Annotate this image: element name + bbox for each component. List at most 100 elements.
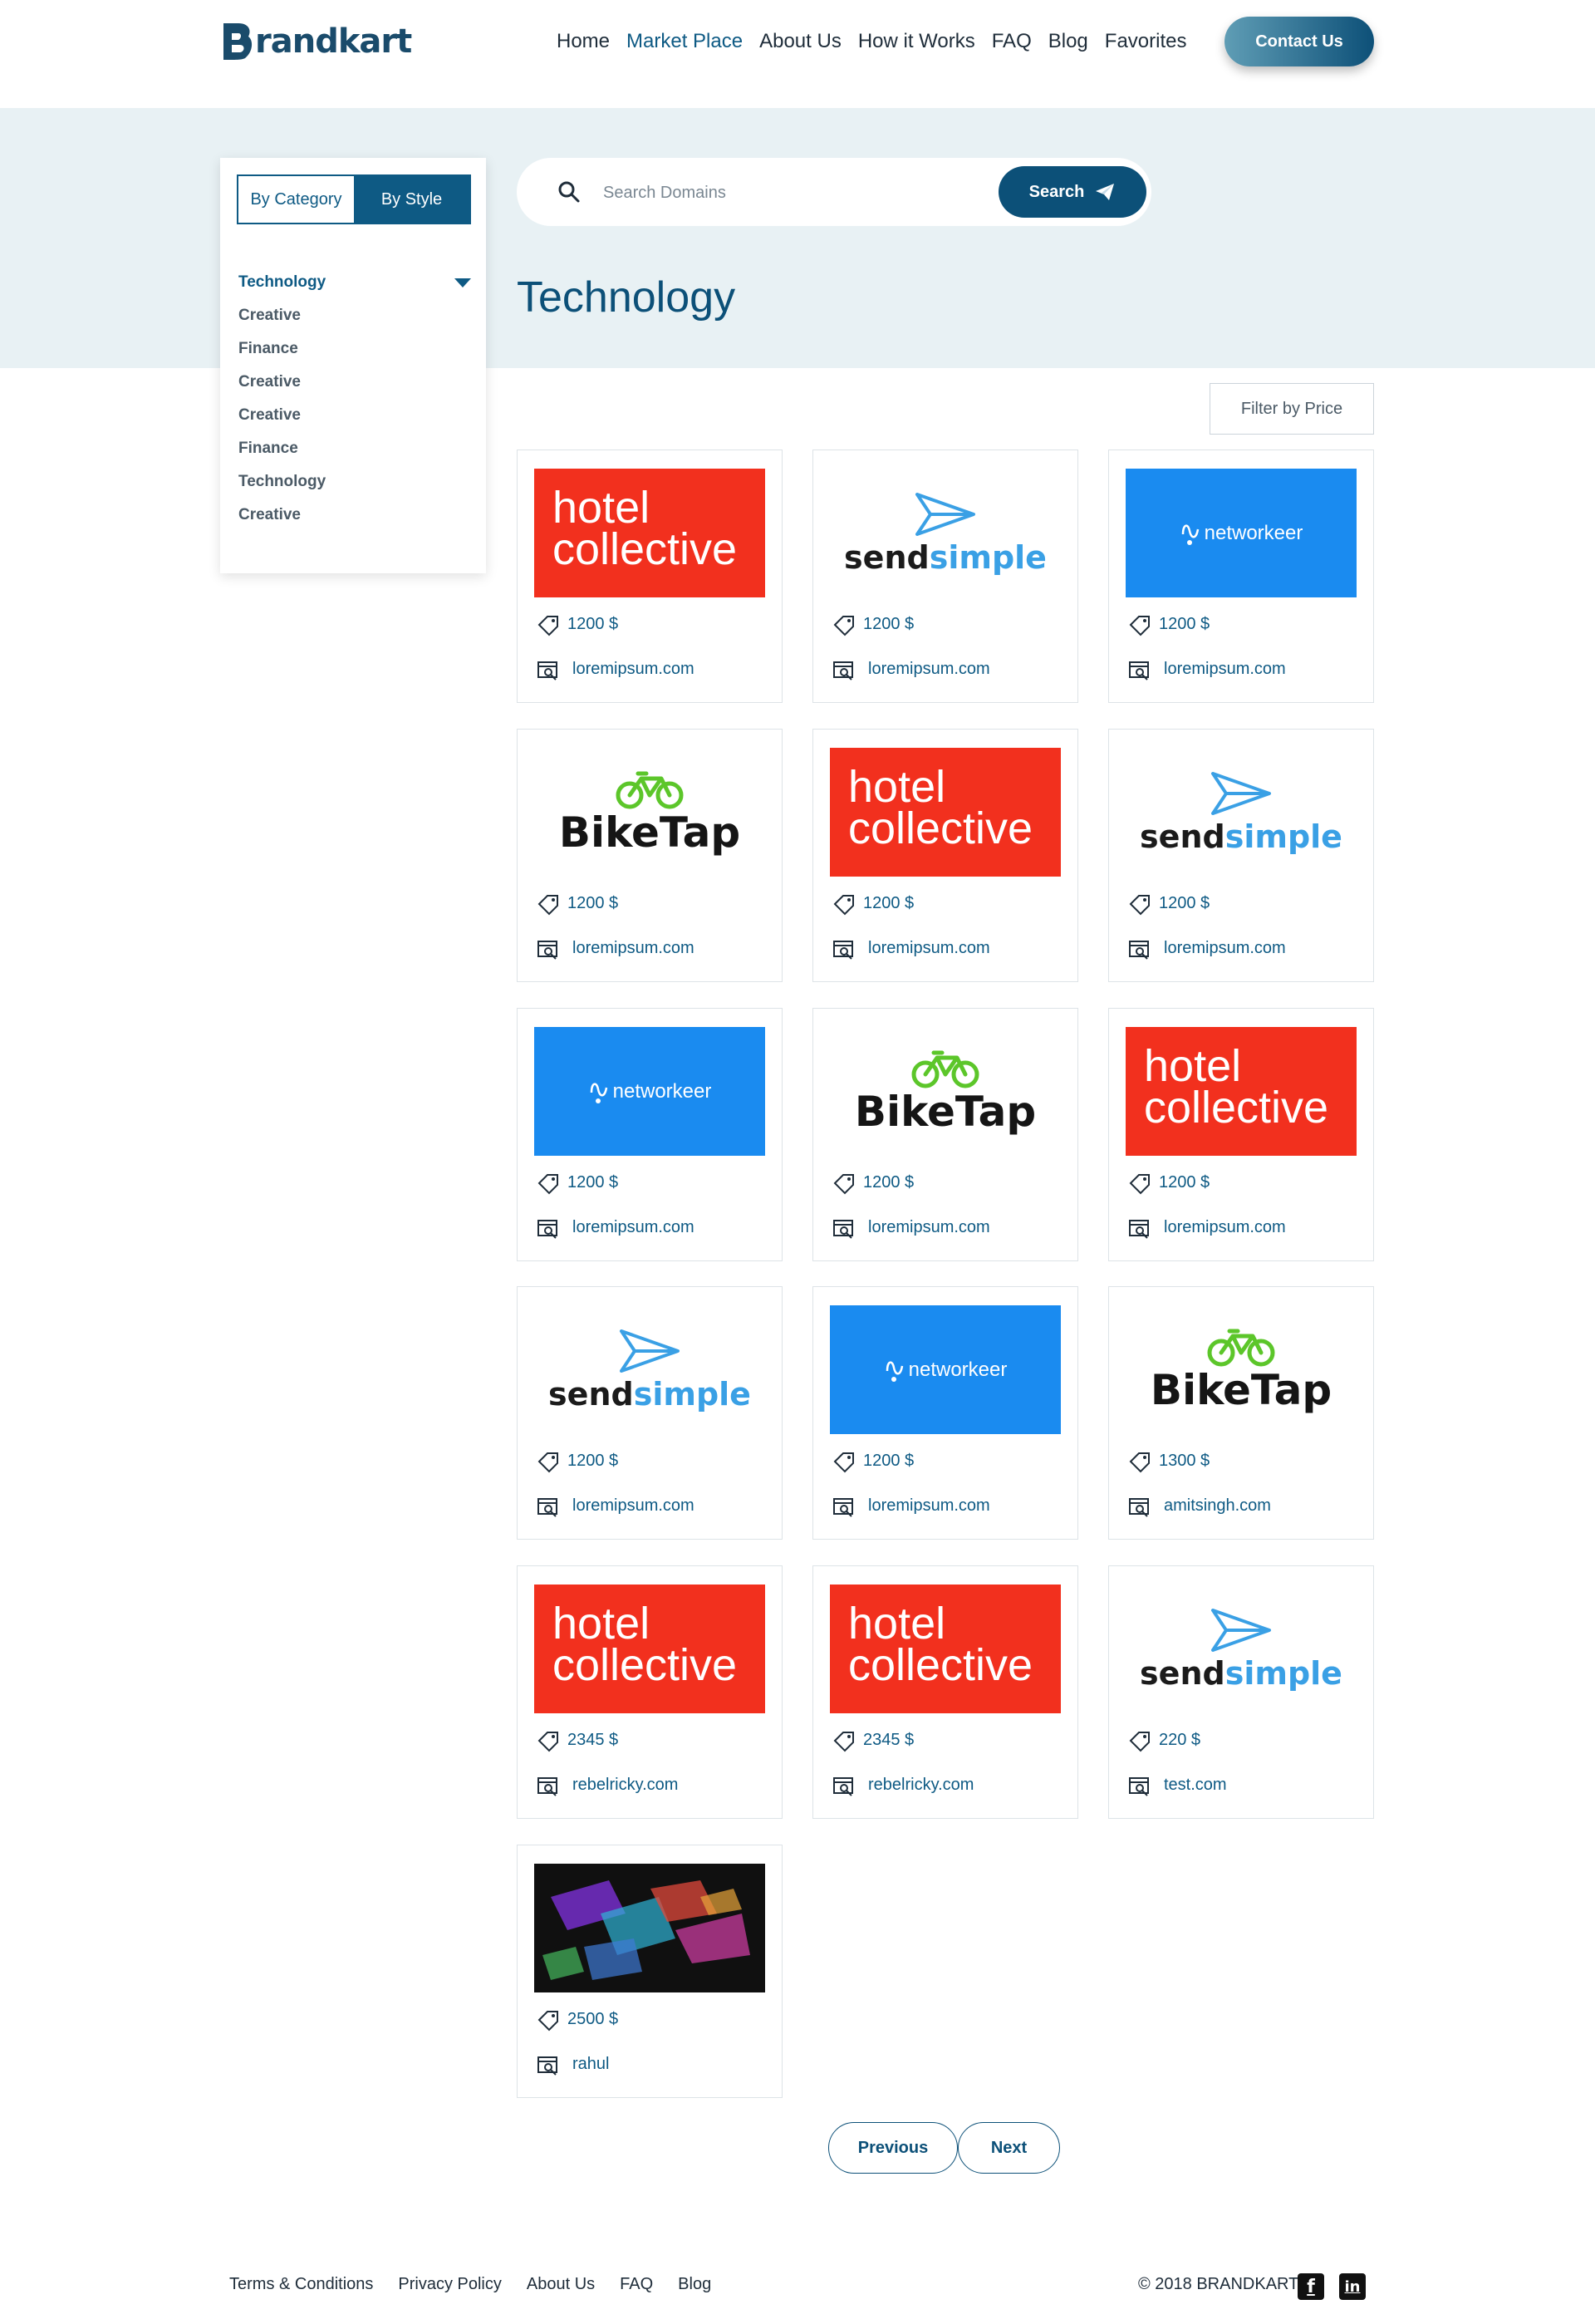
domain-logo-send[interactable]: sendsimple [830,469,1061,597]
web-search-icon [1129,1777,1149,1796]
domain-name[interactable]: rahul [572,2055,609,2074]
filter-by-price-button[interactable]: Filter by Price [1210,383,1374,435]
domain-logo-hotel[interactable]: hotel collective [534,1585,765,1713]
footer-blog-link[interactable]: Blog [678,2275,711,2294]
domain-price: 2345 $ [863,1731,915,1749]
domain-name[interactable]: amitsingh.com [1164,1496,1271,1516]
domain-logo-bike[interactable]: BikeTap [1126,1305,1357,1434]
domain-logo-hotel[interactable]: hotel collective [1126,1027,1357,1156]
domain-logo-bike[interactable]: BikeTap [534,748,765,877]
next-page-button[interactable]: Next [958,2122,1060,2174]
web-search-icon [537,2056,557,2076]
nav-blog[interactable]: Blog [1048,28,1088,55]
domain-card[interactable]: hotel collective 2345 $ rebelricky.com [812,1565,1078,1819]
domain-name[interactable]: loremipsum.com [868,939,990,958]
category-item-finance[interactable]: Finance [238,432,471,465]
bicycle-icon [1207,1329,1275,1366]
domain-logo-send[interactable]: sendsimple [1126,1585,1357,1713]
domain-logo-networkeer[interactable]: networkeer [830,1305,1061,1434]
abstract-image [534,1864,765,1992]
domain-card[interactable]: sendsimple 220 $ test.com [1108,1565,1374,1819]
domain-name[interactable]: loremipsum.com [1164,660,1286,679]
domain-logo-hotel[interactable]: hotel collective [830,748,1061,877]
domain-card[interactable]: hotel collective 1200 $ loremipsum.com [812,729,1078,982]
category-item-creative[interactable]: Creative [238,299,471,332]
linkedin-icon[interactable]: in [1339,2273,1366,2300]
logo-text: networkeer [1180,519,1303,548]
domain-search-bar: Search [517,158,1151,226]
domain-card[interactable]: 2500 $ rahul [517,1845,783,2098]
price-tag-icon [537,616,558,636]
domain-price: 1300 $ [1159,1452,1210,1470]
facebook-icon[interactable]: f [1298,2273,1324,2300]
tab-by-style[interactable]: By Style [354,176,469,223]
web-search-icon [833,941,853,960]
domain-logo-send[interactable]: sendsimple [534,1305,765,1434]
previous-page-button[interactable]: Previous [828,2122,958,2174]
category-item-technology[interactable]: Technology [238,266,471,299]
domain-logo-abstract[interactable] [534,1864,765,1992]
domain-card[interactable]: networkeer 1200 $ loremipsum.com [517,1008,783,1261]
domain-card[interactable]: networkeer 1200 $ loremipsum.com [812,1286,1078,1540]
domain-logo-hotel[interactable]: hotel collective [830,1585,1061,1713]
nav-faq[interactable]: FAQ [992,28,1032,55]
domain-card[interactable]: sendsimple 1200 $ loremipsum.com [517,1286,783,1540]
logo-text: hotel collective [848,1599,1033,1690]
domain-card[interactable]: sendsimple 1200 $ loremipsum.com [812,450,1078,703]
footer-faq-link[interactable]: FAQ [620,2275,653,2294]
domain-name[interactable]: loremipsum.com [572,939,694,958]
brand-logo[interactable]: randkart [220,18,412,65]
domain-name[interactable]: rebelricky.com [868,1776,974,1795]
nav-about-us[interactable]: About Us [759,28,842,55]
nav-home[interactable]: Home [557,28,610,55]
domain-card[interactable]: BikeTap 1200 $ loremipsum.com [517,729,783,982]
domain-logo-bike[interactable]: BikeTap [830,1027,1061,1156]
caret-down-icon[interactable] [454,278,471,287]
domain-card[interactable]: BikeTap 1300 $ amitsingh.com [1108,1286,1374,1540]
domain-name[interactable]: rebelricky.com [572,1776,678,1795]
logo-text: BikeTap [854,1087,1037,1136]
domain-name[interactable]: loremipsum.com [868,1496,990,1516]
domain-name[interactable]: loremipsum.com [868,1218,990,1237]
logo-text: sendsimple [548,1375,751,1413]
search-input[interactable] [603,176,969,209]
contact-us-button[interactable]: Contact Us [1224,17,1374,66]
domain-card[interactable]: hotel collective 1200 $ loremipsum.com [1108,1008,1374,1261]
domain-logo-networkeer[interactable]: networkeer [534,1027,765,1156]
search-button[interactable]: Search [999,166,1146,218]
domain-name[interactable]: loremipsum.com [1164,1218,1286,1237]
domain-name[interactable]: loremipsum.com [572,660,694,679]
domain-name[interactable]: loremipsum.com [572,1496,694,1516]
logo-text: hotel collective [552,483,738,574]
nav-favorites[interactable]: Favorites [1105,28,1187,55]
tab-by-category[interactable]: By Category [238,176,354,223]
domain-name[interactable]: loremipsum.com [572,1218,694,1237]
price-tag-icon [833,1452,854,1473]
domain-card[interactable]: networkeer 1200 $ loremipsum.com [1108,450,1374,703]
category-item-creative[interactable]: Creative [238,399,471,432]
footer-privacy-link[interactable]: Privacy Policy [398,2275,501,2294]
domain-price: 1200 $ [863,615,915,633]
category-item-creative[interactable]: Creative [238,499,471,532]
category-item-technology[interactable]: Technology [238,465,471,499]
category-item-creative[interactable]: Creative [238,366,471,399]
domain-card[interactable]: hotel collective 1200 $ loremipsum.com [517,450,783,703]
domain-price: 2500 $ [567,2010,619,2028]
domain-name[interactable]: loremipsum.com [868,660,990,679]
nav-how-it-works[interactable]: How it Works [858,28,975,55]
price-tag-icon [1129,1732,1150,1752]
domain-card[interactable]: hotel collective 2345 $ rebelricky.com [517,1565,783,1819]
domain-logo-networkeer[interactable]: networkeer [1126,469,1357,597]
domain-price: 1200 $ [1159,615,1210,633]
domain-logo-send[interactable]: sendsimple [1126,748,1357,877]
category-label: Technology [238,273,326,291]
footer-terms-link[interactable]: Terms & Conditions [229,2275,373,2294]
footer-about-link[interactable]: About Us [527,2275,595,2294]
category-item-finance[interactable]: Finance [238,332,471,366]
domain-card[interactable]: sendsimple 1200 $ loremipsum.com [1108,729,1374,982]
domain-name[interactable]: loremipsum.com [1164,939,1286,958]
nav-market-place[interactable]: Market Place [626,28,743,55]
domain-name[interactable]: test.com [1164,1776,1227,1795]
domain-card[interactable]: BikeTap 1200 $ loremipsum.com [812,1008,1078,1261]
domain-logo-hotel[interactable]: hotel collective [534,469,765,597]
